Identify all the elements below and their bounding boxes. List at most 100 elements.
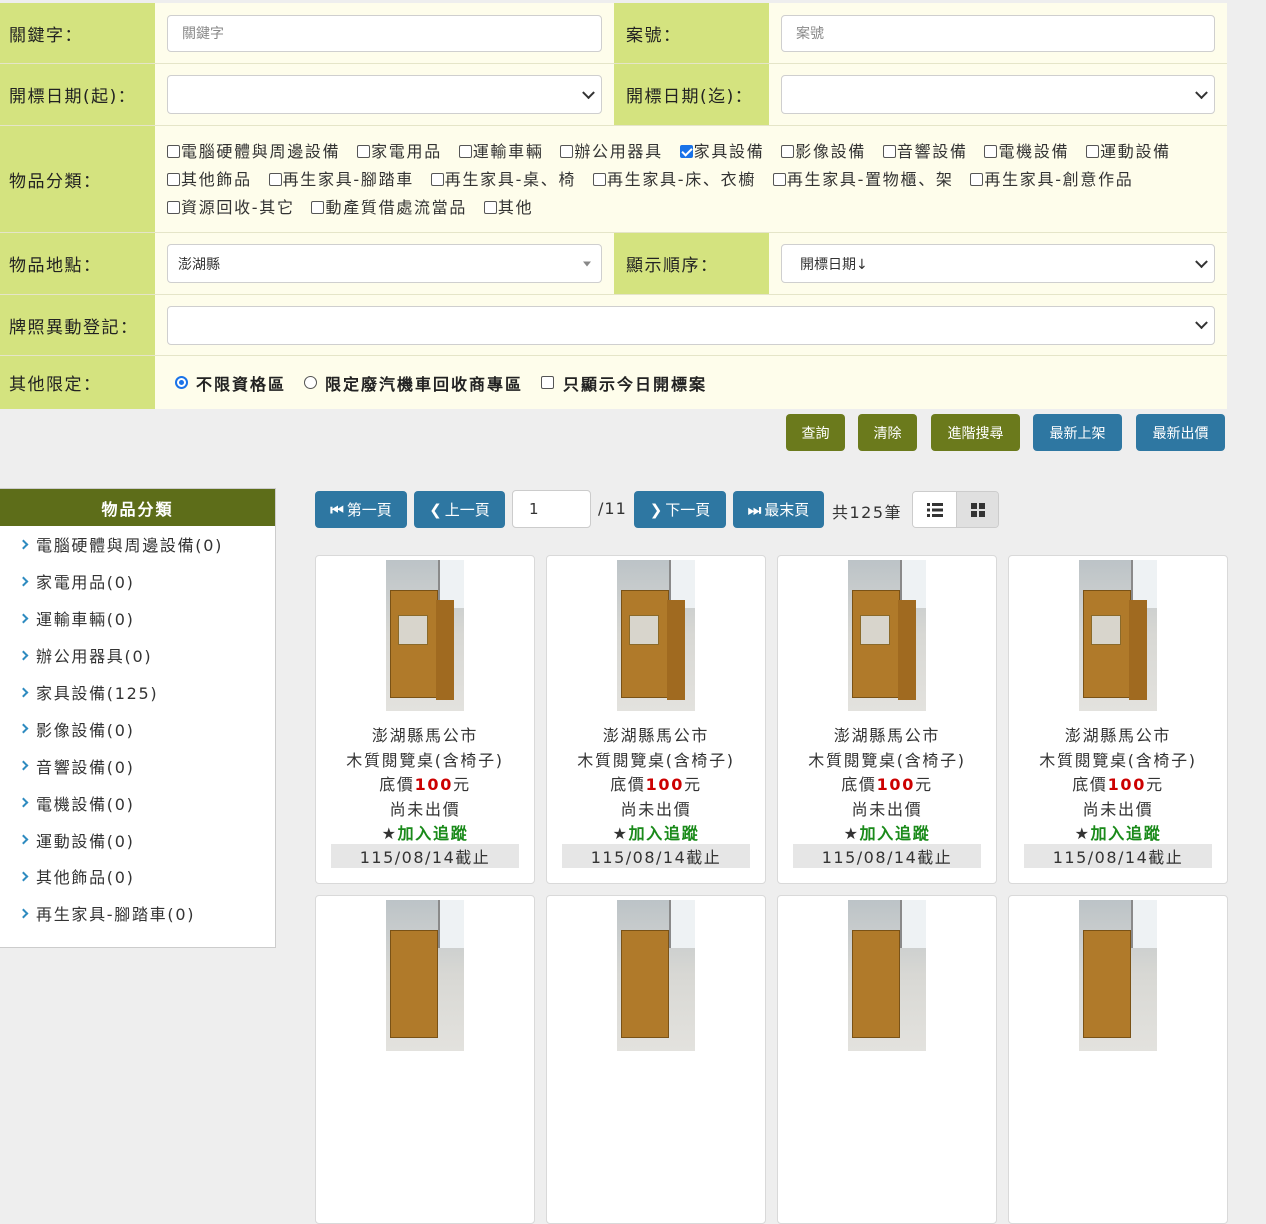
product-photo[interactable]	[386, 900, 464, 1051]
option-recycler-zone[interactable]: 限定廢汽機車回收商專區	[325, 371, 523, 395]
sidebar-item[interactable]: 電腦硬體與周邊設備(0)	[0, 526, 275, 563]
category-checkbox[interactable]: 資源回收-其它	[167, 198, 295, 217]
first-page-button[interactable]: ⏮ 第一頁	[315, 491, 407, 528]
category-checkbox[interactable]: 音響設備	[882, 142, 968, 161]
prev-page-button[interactable]: ❮ 上一頁	[414, 491, 505, 528]
product-card[interactable]: 澎湖縣馬公市 木質閱覽桌(含椅子) 底價100元 尚未出價 ★加入追蹤 115/…	[777, 555, 997, 884]
checkbox[interactable]	[311, 201, 325, 214]
checkbox[interactable]	[541, 376, 555, 389]
category-checkbox[interactable]: 電腦硬體與周邊設備	[167, 142, 340, 161]
next-page-button[interactable]: ❯ 下一頁	[634, 491, 726, 528]
product-photo[interactable]	[617, 560, 695, 711]
category-checkbox[interactable]: 家電用品	[357, 142, 442, 161]
sidebar-item[interactable]: 運動設備(0)	[0, 821, 275, 858]
category-checkbox[interactable]: 再生家具-床、衣櫥	[592, 170, 756, 189]
category-checkbox[interactable]: 再生家具-置物櫃、架	[772, 170, 954, 189]
checkbox[interactable]	[781, 145, 795, 158]
checkbox[interactable]	[458, 145, 472, 158]
end-date-select[interactable]	[781, 75, 1215, 114]
option-unrestricted[interactable]: 不限資格區	[196, 371, 286, 395]
latest-bid-button[interactable]: 最新出價	[1136, 414, 1225, 451]
checkbox[interactable]	[268, 173, 282, 186]
license-select[interactable]	[167, 305, 1215, 345]
category-checkbox[interactable]: 運動設備	[1086, 142, 1171, 161]
product-photo[interactable]	[1079, 900, 1157, 1051]
order-select[interactable]: 開標日期↓	[781, 244, 1215, 283]
sidebar-item[interactable]: 影像設備(0)	[0, 710, 275, 747]
grid-view-icon[interactable]	[957, 492, 998, 527]
keyword-input[interactable]: 關鍵字	[167, 14, 602, 52]
category-checkbox[interactable]: 其他	[483, 198, 533, 217]
case-input[interactable]: 案號	[781, 14, 1215, 52]
product-price: 底價100元	[379, 775, 471, 794]
product-card[interactable]: 澎湖縣馬公市 木質閱覽桌(含椅子) 底價100元 尚未出價 ★加入追蹤 115/…	[1008, 555, 1228, 884]
checkbox[interactable]	[1086, 145, 1100, 158]
radio-checked[interactable]	[175, 376, 188, 389]
product-photo[interactable]	[386, 560, 464, 711]
license-label: 牌照異動登記：	[0, 295, 155, 355]
sidebar-item[interactable]: 電機設備(0)	[0, 784, 275, 821]
product-card[interactable]: 澎湖縣馬公市 木質閱覽桌(含椅子) 底價100元 尚未出價 ★加入追蹤 115/…	[315, 555, 535, 884]
checkbox[interactable]	[772, 173, 786, 186]
track-link[interactable]: ★加入追蹤	[778, 820, 996, 844]
caret-down-icon	[583, 261, 591, 266]
query-button[interactable]: 查詢	[786, 414, 845, 451]
checkbox[interactable]	[167, 173, 180, 186]
product-name[interactable]: 木質閱覽桌(含椅子)	[1009, 747, 1227, 771]
checkbox[interactable]	[357, 145, 371, 158]
checkbox[interactable]	[592, 173, 606, 186]
checkbox[interactable]	[984, 145, 998, 158]
radio[interactable]	[304, 376, 318, 389]
sidebar-item[interactable]: 其他飾品(0)	[0, 858, 275, 895]
checkbox[interactable]	[167, 145, 180, 158]
location-select[interactable]: 澎湖縣	[167, 244, 602, 283]
advanced-search-button[interactable]: 進階搜尋	[931, 414, 1020, 451]
option-today-only[interactable]: 只顯示今日開標案	[563, 371, 707, 395]
sidebar-item[interactable]: 辦公用器具(0)	[0, 637, 275, 674]
product-card[interactable]	[315, 895, 535, 1224]
category-checkbox[interactable]: 動產質借處流當品	[311, 198, 467, 217]
checkbox[interactable]	[430, 173, 444, 186]
track-link[interactable]: ★加入追蹤	[316, 820, 534, 844]
checkbox[interactable]	[560, 145, 574, 158]
checkbox[interactable]	[882, 145, 896, 158]
sidebar-item[interactable]: 再生家具-腳踏車(0)	[0, 895, 275, 932]
sidebar-item[interactable]: 音響設備(0)	[0, 747, 275, 784]
product-name[interactable]: 木質閱覽桌(含椅子)	[547, 747, 765, 771]
product-card[interactable]	[1008, 895, 1228, 1224]
product-photo[interactable]	[848, 560, 926, 711]
category-checkbox[interactable]: 運輸車輛	[458, 142, 544, 161]
clear-button[interactable]: 清除	[858, 414, 917, 451]
category-checkbox[interactable]: 影像設備	[781, 142, 866, 161]
category-checkbox[interactable]: 辦公用器具	[560, 142, 663, 161]
sidebar-item[interactable]: 運輸車輛(0)	[0, 600, 275, 637]
start-date-select[interactable]	[167, 75, 602, 114]
track-link[interactable]: ★加入追蹤	[547, 820, 765, 844]
category-checkbox[interactable]: 其他飾品	[167, 170, 252, 189]
checkbox[interactable]	[483, 201, 497, 214]
search-form: 關鍵字： 關鍵字 案號： 案號 開標日期(起)： 開標日期(迄)： 物品分類： …	[0, 3, 1227, 409]
product-card[interactable]	[546, 895, 766, 1224]
checkbox[interactable]	[970, 173, 984, 186]
product-card[interactable]: 澎湖縣馬公市 木質閱覽桌(含椅子) 底價100元 尚未出價 ★加入追蹤 115/…	[546, 555, 766, 884]
page-input[interactable]: 1	[512, 490, 591, 528]
sidebar-item[interactable]: 家具設備(125)	[0, 674, 275, 711]
product-name[interactable]: 木質閱覽桌(含椅子)	[778, 747, 996, 771]
product-card[interactable]	[777, 895, 997, 1224]
last-page-button[interactable]: ⏭ 最末頁	[733, 491, 824, 528]
category-checkbox[interactable]: 再生家具-創意作品	[970, 170, 1133, 189]
checkbox[interactable]	[167, 201, 180, 214]
track-link[interactable]: ★加入追蹤	[1009, 820, 1227, 844]
category-checkbox[interactable]: 再生家具-桌、椅	[430, 170, 576, 189]
product-photo[interactable]	[617, 900, 695, 1051]
product-photo[interactable]	[848, 900, 926, 1051]
sidebar-item[interactable]: 家電用品(0)	[0, 563, 275, 600]
newest-button[interactable]: 最新上架	[1033, 414, 1122, 451]
list-view-icon[interactable]	[913, 492, 957, 527]
checkbox-checked[interactable]	[679, 145, 693, 158]
category-checkbox[interactable]: 家具設備	[679, 142, 765, 161]
product-name[interactable]: 木質閱覽桌(含椅子)	[316, 747, 534, 771]
product-photo[interactable]	[1079, 560, 1157, 711]
category-checkbox[interactable]: 再生家具-腳踏車	[268, 170, 414, 189]
category-checkbox[interactable]: 電機設備	[984, 142, 1069, 161]
